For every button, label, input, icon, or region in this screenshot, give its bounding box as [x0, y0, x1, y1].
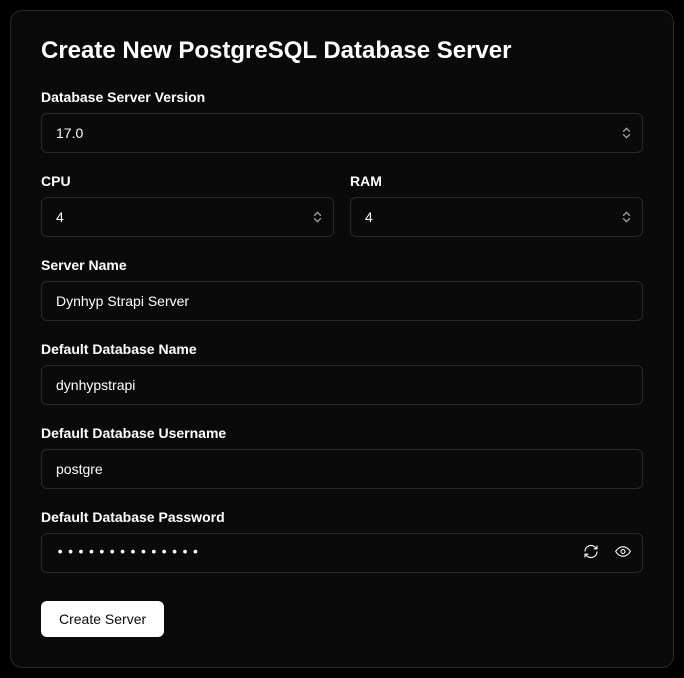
- cpu-ram-row: CPU 4 RAM 4: [41, 173, 643, 257]
- label-db-password: Default Database Password: [41, 509, 643, 525]
- label-version: Database Server Version: [41, 89, 643, 105]
- input-server-name[interactable]: [41, 281, 643, 321]
- select-ram-value: 4: [365, 209, 373, 225]
- select-cpu-value: 4: [56, 209, 64, 225]
- input-db-name[interactable]: [41, 365, 643, 405]
- toggle-password-visibility-button[interactable]: [611, 540, 635, 567]
- label-server-name: Server Name: [41, 257, 643, 273]
- select-version-value: 17.0: [56, 125, 83, 141]
- label-db-user: Default Database Username: [41, 425, 643, 441]
- page-title: Create New PostgreSQL Database Server: [41, 37, 643, 65]
- select-ram[interactable]: 4: [350, 197, 643, 237]
- input-db-user[interactable]: [41, 449, 643, 489]
- select-wrap-ram: 4: [350, 197, 643, 237]
- select-cpu[interactable]: 4: [41, 197, 334, 237]
- eye-icon: [615, 544, 631, 563]
- field-db-name: Default Database Name: [41, 341, 643, 405]
- select-wrap-cpu: 4: [41, 197, 334, 237]
- create-server-button[interactable]: Create Server: [41, 601, 164, 637]
- input-db-password[interactable]: [41, 533, 643, 573]
- select-version[interactable]: 17.0: [41, 113, 643, 153]
- refresh-icon: [583, 544, 599, 563]
- label-db-name: Default Database Name: [41, 341, 643, 357]
- field-version: Database Server Version 17.0: [41, 89, 643, 153]
- password-icon-buttons: [579, 540, 635, 567]
- field-server-name: Server Name: [41, 257, 643, 321]
- create-server-form: Create New PostgreSQL Database Server Da…: [10, 10, 674, 668]
- password-wrap: [41, 533, 643, 573]
- field-cpu: CPU 4: [41, 173, 334, 237]
- label-cpu: CPU: [41, 173, 334, 189]
- field-db-password: Default Database Password: [41, 509, 643, 573]
- field-db-user: Default Database Username: [41, 425, 643, 489]
- select-wrap-version: 17.0: [41, 113, 643, 153]
- label-ram: RAM: [350, 173, 643, 189]
- field-ram: RAM 4: [350, 173, 643, 237]
- regenerate-password-button[interactable]: [579, 540, 603, 567]
